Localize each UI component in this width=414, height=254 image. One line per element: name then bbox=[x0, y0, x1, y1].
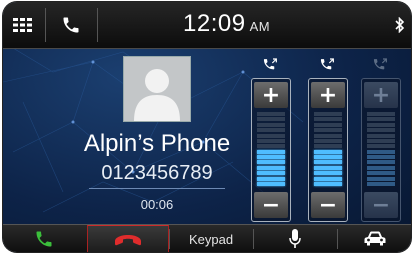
volume-bar bbox=[257, 144, 285, 149]
car-mode-button[interactable] bbox=[339, 225, 411, 252]
caller-name: Alpin’s Phone bbox=[83, 130, 231, 157]
volume-bar bbox=[257, 117, 285, 122]
bottom-control-bar: Keypad bbox=[3, 224, 411, 252]
phone-answer-icon bbox=[36, 231, 52, 247]
volume-bar bbox=[257, 165, 285, 170]
volume-bar bbox=[367, 171, 395, 176]
clock: 12:09 AM bbox=[183, 10, 270, 38]
keypad-label: Keypad bbox=[188, 231, 234, 247]
volume-bar bbox=[367, 128, 395, 133]
volume-bar bbox=[257, 176, 285, 181]
volume-control: + − bbox=[308, 54, 348, 224]
volume-bar bbox=[314, 133, 342, 138]
volume-bar bbox=[257, 112, 285, 116]
phone-hangup-icon bbox=[115, 235, 141, 246]
volume-bar bbox=[314, 122, 342, 127]
phone-transfer-icon bbox=[308, 54, 348, 76]
clock-time: 12:09 bbox=[183, 10, 246, 37]
volume-level-bars bbox=[367, 112, 395, 186]
volume-bar bbox=[367, 112, 395, 116]
volume-slider[interactable]: + − bbox=[361, 78, 401, 222]
volume-bar bbox=[314, 181, 342, 186]
microphone-icon bbox=[289, 229, 301, 248]
volume-bar bbox=[367, 176, 395, 181]
divider bbox=[45, 8, 46, 42]
divider bbox=[169, 229, 170, 249]
volume-up-button[interactable]: + bbox=[364, 82, 398, 108]
volume-bar bbox=[257, 181, 285, 186]
volume-level-bars bbox=[257, 112, 285, 186]
volume-down-button[interactable]: − bbox=[364, 192, 398, 218]
volume-bar bbox=[314, 176, 342, 181]
volume-bar bbox=[314, 128, 342, 133]
volume-level-bars bbox=[314, 112, 342, 186]
volume-up-button[interactable]: + bbox=[254, 82, 288, 108]
volume-bar bbox=[314, 165, 342, 170]
top-status-bar: 12:09 AM bbox=[3, 2, 411, 49]
volume-bar bbox=[257, 171, 285, 176]
volume-bar bbox=[314, 138, 342, 143]
volume-bar bbox=[314, 149, 342, 154]
volume-bar bbox=[257, 149, 285, 154]
volume-bar bbox=[257, 133, 285, 138]
volume-bar bbox=[367, 160, 395, 165]
bluetooth-icon bbox=[395, 17, 405, 33]
volume-bar bbox=[367, 165, 395, 170]
volume-bar bbox=[257, 138, 285, 143]
volume-bar bbox=[257, 128, 285, 133]
phone-transfer-icon bbox=[251, 54, 291, 76]
divider bbox=[337, 229, 338, 249]
volume-bar bbox=[367, 149, 395, 154]
call-duration: 00:06 bbox=[140, 197, 174, 212]
microphone-button[interactable] bbox=[255, 225, 335, 252]
volume-down-button[interactable]: − bbox=[254, 192, 288, 218]
divider bbox=[97, 8, 98, 42]
car-icon bbox=[364, 231, 386, 246]
end-call-button[interactable] bbox=[87, 225, 169, 252]
volume-bar bbox=[367, 181, 395, 186]
phone-signal-icon bbox=[361, 54, 401, 76]
volume-bar bbox=[314, 144, 342, 149]
volume-bar bbox=[367, 133, 395, 138]
volume-bar bbox=[314, 155, 342, 159]
caller-number: 0123456789 bbox=[101, 162, 213, 184]
accept-call-button[interactable] bbox=[3, 225, 85, 252]
volume-bar bbox=[314, 112, 342, 116]
phone-source-button[interactable] bbox=[47, 2, 95, 48]
divider bbox=[253, 229, 254, 249]
volume-bar bbox=[367, 138, 395, 143]
volume-bar bbox=[367, 144, 395, 149]
clock-ampm: AM bbox=[249, 19, 271, 34]
person-silhouette-icon bbox=[134, 69, 180, 121]
volume-bar bbox=[257, 155, 285, 159]
volume-up-button[interactable]: + bbox=[311, 82, 345, 108]
phone-icon bbox=[63, 17, 79, 33]
volume-bar bbox=[314, 171, 342, 176]
menu-grid-button[interactable] bbox=[3, 2, 43, 48]
volume-slider[interactable]: + − bbox=[251, 78, 291, 222]
grid-icon bbox=[13, 18, 32, 32]
volume-control: + − bbox=[361, 54, 401, 224]
number-underline bbox=[89, 188, 225, 189]
volume-bar bbox=[314, 160, 342, 165]
volume-bar bbox=[367, 122, 395, 127]
bluetooth-status bbox=[391, 2, 409, 48]
phone-call-screen: 12:09 AM Alpin’s Phone 0123456789 00:06 +… bbox=[3, 2, 411, 252]
keypad-button[interactable]: Keypad bbox=[171, 225, 251, 252]
caller-avatar bbox=[123, 56, 191, 122]
volume-bar bbox=[257, 122, 285, 127]
volume-slider[interactable]: + − bbox=[308, 78, 348, 222]
volume-down-button[interactable]: − bbox=[311, 192, 345, 218]
volume-bar bbox=[367, 155, 395, 159]
volume-bar bbox=[367, 117, 395, 122]
volume-bar bbox=[314, 117, 342, 122]
volume-bar bbox=[257, 160, 285, 165]
volume-control: + − bbox=[251, 54, 291, 224]
